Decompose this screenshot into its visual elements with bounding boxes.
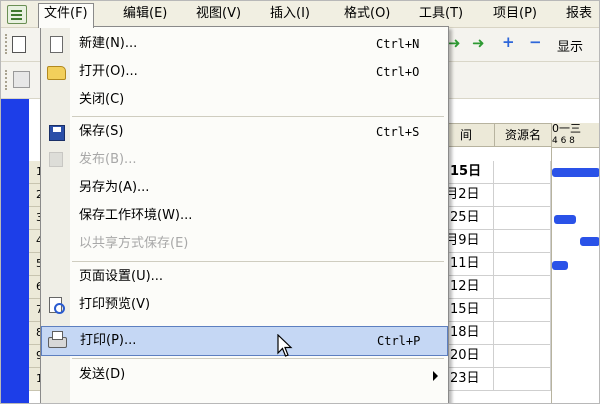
resource-cell[interactable] [494, 161, 551, 184]
menu-bar: 文件(F) 编辑(E) 视图(V) 插入(I) 格式(O) 工具(T) 项目(P… [1, 1, 599, 28]
file-menu-dropdown: 新建(N)... Ctrl+N 打开(O)... Ctrl+O 关闭(C) 保存… [40, 26, 449, 403]
gantt-chart-area[interactable]: 0一三 4 6 8 [551, 123, 599, 403]
toolbar-grip[interactable] [5, 70, 10, 90]
menu-item-label: 另存为(A)... [79, 180, 150, 195]
minus-icon[interactable]: − [529, 34, 542, 50]
copy-picture-icon[interactable] [13, 71, 30, 88]
print-preview-icon [49, 297, 65, 314]
menu-view[interactable]: 视图(V) [191, 4, 246, 24]
plus-icon[interactable]: + [502, 34, 515, 50]
printer-icon [48, 331, 67, 348]
menu-insert[interactable]: 插入(I) [265, 4, 315, 24]
view-bar[interactable] [1, 99, 29, 403]
arrow-left-icon[interactable]: ➜ [448, 35, 461, 51]
menu-separator [72, 261, 444, 262]
menu-item-save-as[interactable]: 另存为(A)... [41, 174, 448, 202]
menu-item-label: 打印(P)... [80, 333, 137, 348]
menu-item-label: 以共享方式保存(E) [79, 236, 189, 251]
open-folder-icon [47, 66, 66, 80]
menu-item-close[interactable]: 关闭(C) [41, 86, 448, 114]
resource-cell[interactable] [494, 276, 551, 299]
menu-item-label: 打开(O)... [79, 64, 138, 79]
resource-cell[interactable] [494, 322, 551, 345]
menu-item-label: 保存工作环境(W)... [79, 208, 193, 223]
menu-format[interactable]: 格式(O) [339, 4, 395, 24]
toolbar-grip[interactable] [5, 34, 10, 54]
application-window: 文件(F) 编辑(E) 视图(V) 插入(I) 格式(O) 工具(T) 项目(P… [0, 0, 600, 404]
menu-item-label: 保存(S) [79, 124, 124, 139]
menu-item-new[interactable]: 新建(N)... Ctrl+N [41, 30, 448, 58]
submenu-arrow-icon [433, 371, 438, 381]
menu-item-shortcut: Ctrl+S [376, 125, 420, 139]
new-doc-icon[interactable] [12, 36, 26, 53]
menu-item-label: 打印预览(V) [79, 297, 151, 312]
gantt-bar[interactable] [552, 168, 599, 177]
save-floppy-icon [49, 125, 65, 141]
resource-cell[interactable] [494, 345, 551, 368]
column-header-resource[interactable]: 资源名 [494, 123, 552, 147]
menu-item-label: 发送(D) [79, 367, 126, 382]
menu-edit[interactable]: 编辑(E) [118, 4, 172, 24]
menu-tools[interactable]: 工具(T) [414, 4, 468, 24]
menu-item-save[interactable]: 保存(S) Ctrl+S [41, 118, 448, 146]
menu-item-print-preview[interactable]: 打印预览(V) [41, 291, 448, 319]
menu-item-shortcut: Ctrl+P [377, 334, 421, 348]
gantt-bar[interactable] [580, 237, 599, 246]
resource-cell[interactable] [494, 368, 551, 391]
new-document-icon [50, 36, 63, 53]
menu-item-save-workspace[interactable]: 保存工作环境(W)... [41, 202, 448, 230]
menu-separator [72, 358, 444, 359]
menu-separator [72, 116, 444, 117]
menu-file[interactable]: 文件(F) [38, 3, 94, 28]
menu-report[interactable]: 报表 [561, 4, 597, 24]
menu-item-shortcut: Ctrl+N [376, 37, 420, 51]
show-button[interactable]: 显示 [557, 36, 583, 55]
menu-item-send[interactable]: 发送(D) [41, 361, 448, 389]
menu-item-page-setup[interactable]: 页面设置(U)... [41, 263, 448, 291]
mouse-pointer-icon [277, 334, 293, 357]
menu-item-label: 关闭(C) [79, 92, 125, 107]
menu-item-label: 页面设置(U)... [79, 269, 164, 284]
menu-project[interactable]: 项目(P) [488, 4, 542, 24]
resource-cell[interactable] [494, 184, 551, 207]
app-icon[interactable] [7, 5, 27, 24]
gantt-bar[interactable] [554, 215, 576, 224]
menu-item-shortcut: Ctrl+O [376, 65, 420, 79]
menu-item-label: 发布(B)... [79, 152, 137, 167]
gantt-bar[interactable] [552, 261, 568, 270]
menu-item-print[interactable]: 打印(P)... Ctrl+P [41, 326, 448, 356]
publish-icon [49, 152, 63, 167]
gantt-timescale-days: 4 6 8 [552, 135, 599, 148]
resource-cell[interactable] [494, 299, 551, 322]
resource-cell[interactable] [494, 253, 551, 276]
menu-item-publish: 发布(B)... [41, 146, 448, 174]
menu-item-save-shared: 以共享方式保存(E) [41, 230, 448, 258]
arrow-right-icon[interactable]: ➜ [472, 35, 485, 51]
menu-item-label: 新建(N)... [79, 36, 138, 51]
menu-item-open[interactable]: 打开(O)... Ctrl+O [41, 58, 448, 86]
resource-cell[interactable] [494, 207, 551, 230]
resource-cell[interactable] [494, 230, 551, 253]
